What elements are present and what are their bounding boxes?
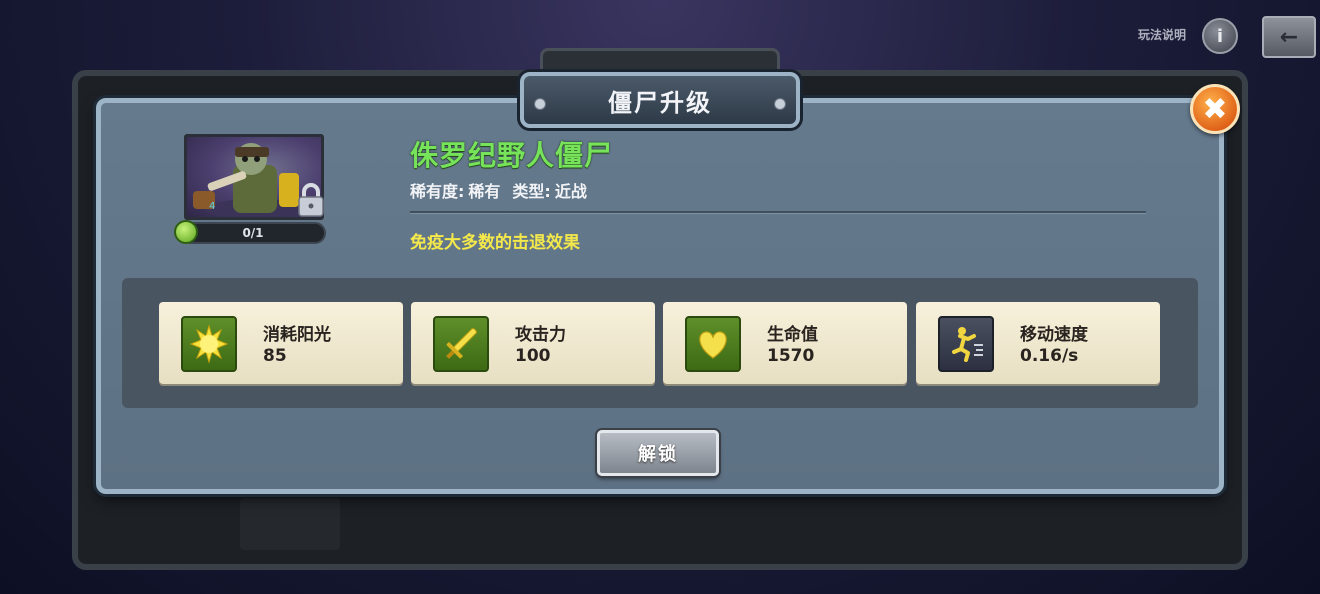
zombie-name: 侏罗纪野人僵尸 xyxy=(410,139,614,172)
stat-label: 生命值 xyxy=(767,325,818,345)
rarity-value: 稀有 xyxy=(468,182,501,201)
svg-text:4: 4 xyxy=(209,201,215,212)
stat-card-health: 生命值 1570 xyxy=(663,302,907,384)
shard-progress-text: 0/1 xyxy=(242,226,264,240)
running-icon xyxy=(938,316,994,372)
stat-label: 攻击力 xyxy=(515,325,566,345)
rarity-label: 稀有度: xyxy=(410,182,465,201)
type-value: 近战 xyxy=(554,182,587,201)
stat-card-move-speed: 移动速度 0.16/s xyxy=(916,302,1160,384)
stat-card-sun-cost: 消耗阳光 85 xyxy=(159,302,403,384)
leaf-icon xyxy=(174,220,198,244)
divider xyxy=(410,211,1146,214)
stat-value: 0.16/s xyxy=(1020,346,1079,366)
back-arrow-icon[interactable]: ← xyxy=(1262,16,1316,58)
ability-description: 免疫大多数的击退效果 xyxy=(410,233,580,253)
heart-icon xyxy=(685,316,741,372)
info-icon[interactable]: i xyxy=(1202,18,1238,54)
stat-value: 100 xyxy=(515,346,551,366)
dialog-title-plate: 僵尸升级 xyxy=(520,72,800,128)
stat-label: 移动速度 xyxy=(1020,325,1088,345)
sword-icon xyxy=(433,316,489,372)
stat-value: 85 xyxy=(263,346,287,366)
close-x-icon[interactable]: ✖ xyxy=(1190,84,1240,134)
type-label: 类型: xyxy=(512,182,551,201)
bolt-decoration xyxy=(534,98,546,110)
background-card xyxy=(240,498,340,550)
stat-label: 消耗阳光 xyxy=(263,325,331,345)
dialog-title: 僵尸升级 xyxy=(608,88,712,117)
stat-card-attack: 攻击力 100 xyxy=(411,302,655,384)
lock-icon xyxy=(298,183,324,217)
unlock-button[interactable]: 解锁 xyxy=(597,430,719,476)
shard-progress-bar: 0/1 xyxy=(180,222,326,244)
zombie-meta: 稀有度: 稀有 类型: 近战 xyxy=(410,178,591,202)
stat-value: 1570 xyxy=(767,346,815,366)
sun-icon xyxy=(181,316,237,372)
bolt-decoration xyxy=(774,98,786,110)
help-label[interactable]: 玩法说明 xyxy=(1138,26,1186,43)
